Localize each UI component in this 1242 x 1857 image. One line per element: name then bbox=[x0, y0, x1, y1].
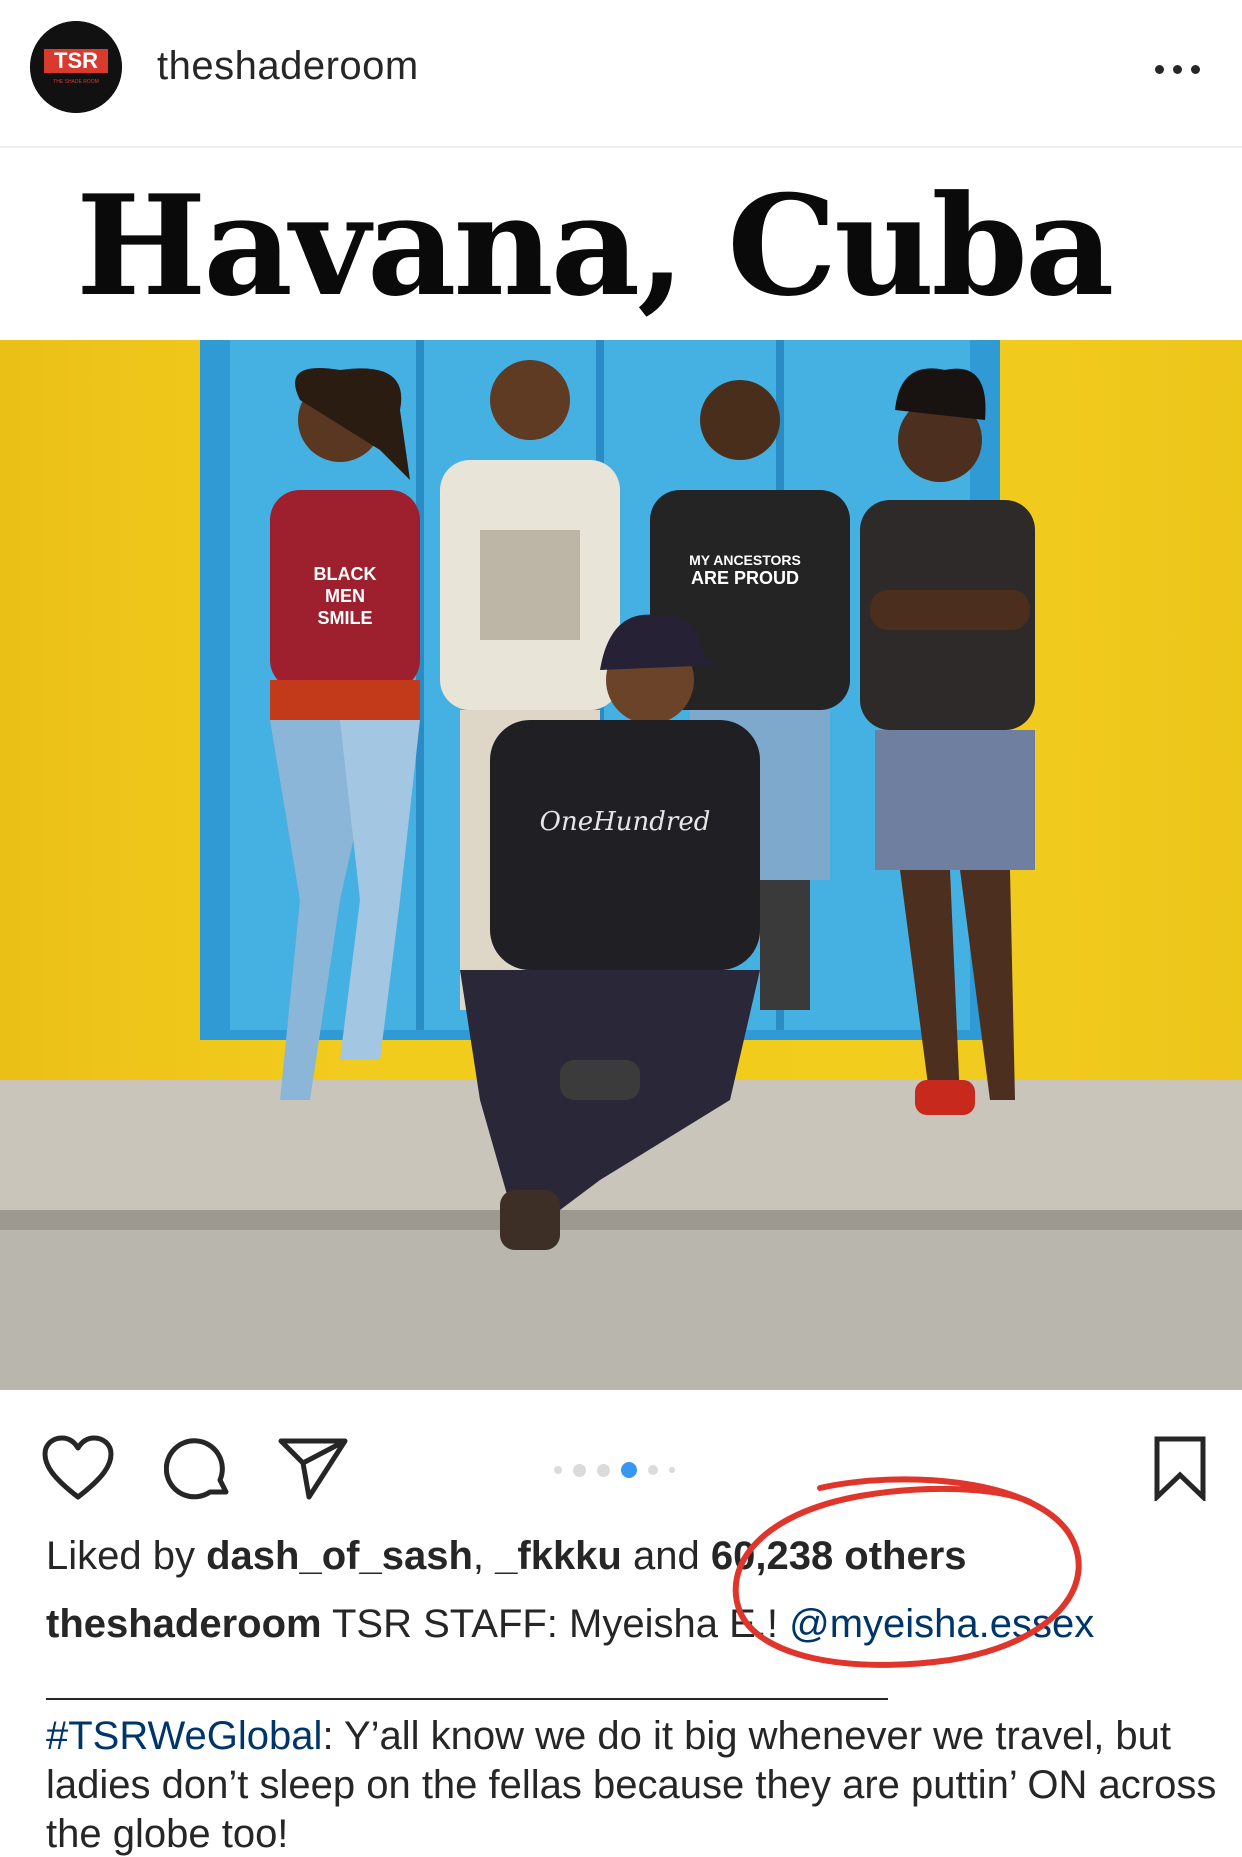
bookmark-icon bbox=[1154, 1436, 1206, 1501]
carousel-dot bbox=[597, 1463, 610, 1477]
svg-text:TSR: TSR bbox=[54, 48, 98, 73]
caption-mention-link[interactable]: @myeisha.essex bbox=[789, 1602, 1094, 1646]
carousel-dot bbox=[669, 1467, 675, 1473]
tsr-logo: TSR THE SHADE ROOM bbox=[30, 21, 122, 113]
likes-separator: , bbox=[472, 1534, 496, 1578]
like-button[interactable] bbox=[38, 1430, 118, 1506]
caption-author[interactable]: theshaderoom bbox=[46, 1602, 322, 1646]
heart-icon bbox=[42, 1435, 114, 1500]
avatar[interactable]: TSR THE SHADE ROOM bbox=[30, 21, 122, 113]
caption-body: #TSRWeGlobal: Y’all know we do it big wh… bbox=[46, 1712, 1226, 1857]
more-dot-icon bbox=[1154, 64, 1164, 74]
svg-text:SMILE: SMILE bbox=[317, 608, 372, 628]
svg-text:THE SHADE ROOM: THE SHADE ROOM bbox=[53, 79, 99, 85]
svg-text:MY ANCESTORS: MY ANCESTORS bbox=[689, 552, 801, 568]
post-media[interactable]: Havana, Cuba BLACK MEN SMILE MY ANCESTOR… bbox=[0, 150, 1242, 1390]
carousel-dot bbox=[573, 1463, 586, 1477]
carousel-dot bbox=[648, 1465, 658, 1475]
comment-icon bbox=[164, 1438, 229, 1500]
more-options-button[interactable] bbox=[1142, 44, 1212, 94]
username[interactable]: theshaderoom bbox=[157, 44, 419, 89]
carousel-dot bbox=[554, 1466, 562, 1474]
caption-divider bbox=[46, 1698, 888, 1700]
hashtag-link[interactable]: #TSRWeGlobal bbox=[46, 1714, 322, 1758]
likes-summary: Liked by dash_of_sash, _fkkku and 60,238… bbox=[46, 1534, 967, 1579]
svg-text:BLACK: BLACK bbox=[314, 564, 377, 584]
paper-plane-icon bbox=[278, 1438, 348, 1500]
more-dot-icon bbox=[1190, 64, 1200, 74]
caption-line: theshaderoom TSR STAFF: Myeisha E.! @mye… bbox=[46, 1602, 1094, 1647]
svg-text:ARE PROUD: ARE PROUD bbox=[691, 568, 799, 588]
share-button[interactable] bbox=[273, 1430, 353, 1506]
likes-and: and bbox=[621, 1534, 711, 1578]
likes-count-link[interactable]: 60,238 others bbox=[711, 1534, 967, 1578]
svg-text:OneHundred: OneHundred bbox=[540, 807, 711, 837]
carousel-indicator bbox=[554, 1462, 675, 1478]
comment-button[interactable] bbox=[158, 1430, 238, 1506]
liker-username[interactable]: dash_of_sash bbox=[206, 1534, 473, 1578]
svg-text:MEN: MEN bbox=[325, 586, 365, 606]
liker-username[interactable]: _fkkku bbox=[495, 1534, 622, 1578]
post-header: TSR THE SHADE ROOM theshaderoom bbox=[0, 0, 1242, 148]
save-button[interactable] bbox=[1140, 1430, 1220, 1506]
action-bar bbox=[0, 1408, 1242, 1518]
caption-text: TSR STAFF: Myeisha E.! bbox=[321, 1602, 790, 1646]
carousel-dot-active bbox=[621, 1462, 637, 1478]
more-dot-icon bbox=[1172, 64, 1182, 74]
likes-prefix: Liked by bbox=[46, 1534, 207, 1578]
media-title: Havana, Cuba bbox=[76, 163, 1114, 327]
group-photo: BLACK MEN SMILE MY ANCESTORS ARE PROUD O… bbox=[0, 340, 1242, 1390]
